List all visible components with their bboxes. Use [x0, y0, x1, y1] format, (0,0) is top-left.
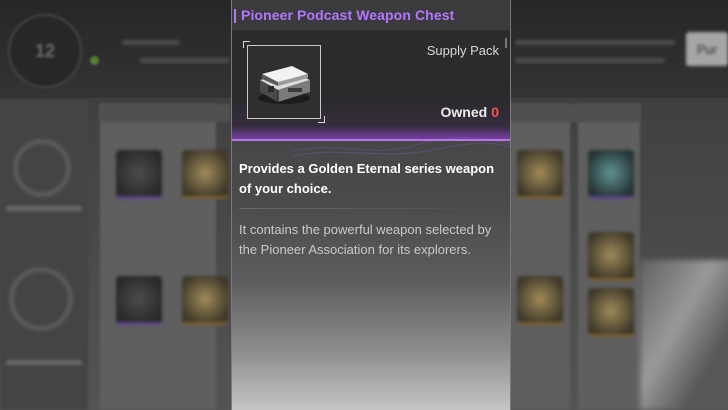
item-lore: It contains the powerful weapon selected…: [239, 222, 492, 257]
item-description: Provides a Golden Eternal series weapon …: [239, 161, 495, 196]
rarity-glow: [232, 126, 510, 140]
owned-label: Owned: [440, 104, 488, 120]
rarity-line: [232, 139, 510, 141]
item-name: Pioneer Podcast Weapon Chest: [241, 7, 455, 23]
item-type: Supply Pack: [426, 43, 499, 58]
title-accent-bar: [234, 9, 236, 23]
frame-corner: [318, 116, 325, 123]
frame-corner: [243, 41, 250, 48]
scroll-indicator: [505, 38, 507, 48]
divider: [239, 208, 501, 209]
item-detail-popup: Pioneer Podcast Weapon Chest Supply Pack…: [231, 0, 511, 410]
owned-count: Owned 0: [441, 104, 499, 120]
chest-icon: [258, 66, 310, 104]
item-icon-frame: [243, 41, 325, 123]
owned-value: 0: [491, 104, 499, 120]
